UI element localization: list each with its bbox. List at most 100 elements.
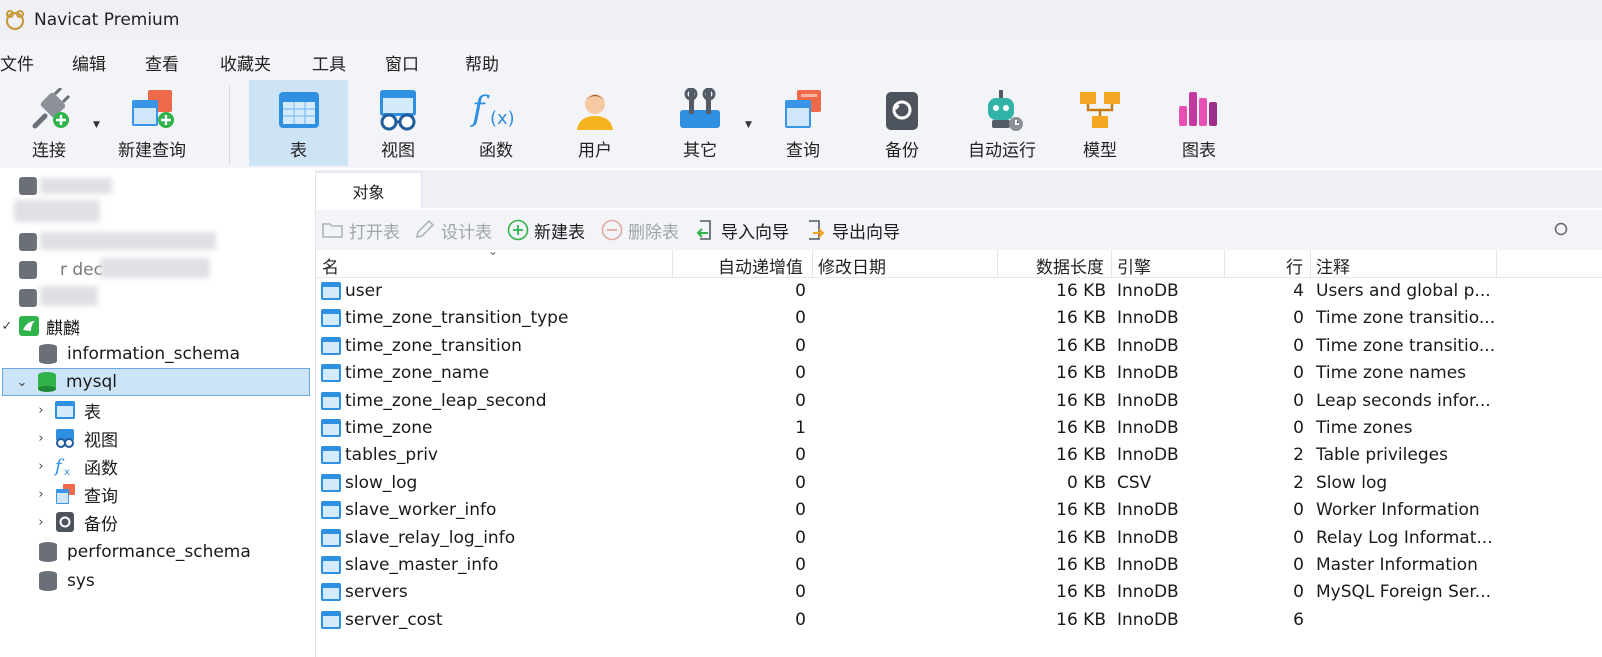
table-row[interactable]: time_zone_transition 0 16 KB InnoDB 0 Time zo…: [316, 333, 1602, 361]
connect-dropdown-icon[interactable]: ▼: [93, 120, 100, 130]
other-button[interactable]: 其它: [662, 80, 738, 166]
query-icon: [56, 484, 75, 504]
cell-engine: InnoDB: [1117, 527, 1179, 548]
tree-item-database[interactable]: information_schema: [0, 340, 316, 368]
table-row[interactable]: time_zone_name 0 16 KB InnoDB 0 Time zone nam…: [316, 360, 1602, 388]
other-dropdown-icon[interactable]: ▼: [745, 120, 752, 130]
table-button[interactable]: 表: [249, 80, 348, 166]
column-divider[interactable]: [997, 250, 998, 278]
objects-grid[interactable]: 名 ⌄ 自动递增值 修改日期 数据长度 引擎 行 注释 user 0 16 KB In…: [316, 244, 1602, 657]
cell-name: time_zone_transition: [345, 335, 522, 356]
chevron-down-icon[interactable]: ⌄: [15, 375, 29, 390]
table-row[interactable]: time_zone_transition_type 0 16 KB InnoDB 0 Ti…: [316, 305, 1602, 333]
column-divider[interactable]: [1496, 250, 1497, 278]
tree-item-tables[interactable]: › 表: [0, 396, 316, 424]
tree-item-functions[interactable]: › f x 函数: [0, 452, 316, 480]
chevron-right-icon[interactable]: ›: [34, 431, 48, 446]
cell-data-length: 16 KB: [1056, 445, 1106, 466]
column-header-data-length[interactable]: 数据长度: [1036, 253, 1104, 278]
column-divider[interactable]: [1310, 250, 1311, 278]
connection-icon: [19, 261, 37, 279]
table-row[interactable]: time_zone 1 16 KB InnoDB 0 Time zones: [316, 415, 1602, 443]
cell-auto-increment: 0: [795, 390, 806, 411]
tree-item-backups[interactable]: › 备份: [0, 508, 316, 536]
column-header-rows[interactable]: 行: [1286, 253, 1303, 278]
function-label: 函数: [479, 141, 513, 161]
cell-comment: Time zone names: [1316, 363, 1467, 384]
tree-item-connection[interactable]: ✓ 麒麟: [0, 312, 316, 340]
cell-data-length: 0 KB: [1066, 472, 1106, 493]
table-icon: [321, 309, 341, 328]
query-button[interactable]: 查询: [765, 80, 841, 166]
backup-icon: [56, 512, 74, 532]
connect-button[interactable]: 连接: [10, 80, 88, 166]
table-row[interactable]: tables_priv 0 16 KB InnoDB 2 Table privileges: [316, 442, 1602, 470]
new-query-button[interactable]: 新建查询: [112, 80, 192, 166]
sort-chevron-icon[interactable]: ⌄: [488, 244, 498, 258]
design-table-label: 设计表: [441, 222, 492, 243]
menu-help[interactable]: 帮助: [465, 50, 499, 75]
function-button[interactable]: f (x) 函数: [458, 80, 534, 166]
column-divider[interactable]: [1224, 250, 1225, 278]
tree-item-label: 视图: [84, 430, 118, 451]
column-header-modified[interactable]: 修改日期: [818, 253, 886, 278]
chevron-right-icon[interactable]: ›: [34, 459, 48, 474]
column-header-name[interactable]: 名: [322, 253, 339, 278]
table-icon: [321, 501, 341, 520]
export-wizard-button[interactable]: 导出向导: [805, 218, 900, 243]
new-table-button[interactable]: 新建表: [507, 218, 585, 243]
cell-auto-increment: 0: [795, 582, 806, 603]
user-button[interactable]: 用户: [557, 80, 633, 166]
backup-button[interactable]: 备份: [864, 80, 940, 166]
title-bar: Navicat Premium: [0, 0, 1602, 40]
tree-item-database[interactable]: performance_schema: [0, 538, 316, 566]
chevron-right-icon[interactable]: ›: [34, 403, 48, 418]
column-header-auto-increment[interactable]: 自动递增值: [718, 253, 803, 278]
model-button[interactable]: 模型: [1062, 80, 1138, 166]
obscured-label: [40, 232, 216, 250]
import-wizard-button[interactable]: 导入向导: [694, 218, 789, 243]
table-row[interactable]: slow_log 0 0 KB CSV 2 Slow log: [316, 470, 1602, 498]
menu-favorites[interactable]: 收藏夹: [220, 50, 271, 75]
menu-window[interactable]: 窗口: [385, 50, 419, 75]
menu-view[interactable]: 查看: [145, 50, 179, 75]
table-row[interactable]: servers 0 16 KB InnoDB 0 MySQL Foreign Ser...: [316, 579, 1602, 607]
tree-item-database[interactable]: sys: [0, 567, 316, 595]
design-table-button[interactable]: 设计表: [414, 218, 492, 243]
menu-edit[interactable]: 编辑: [72, 50, 106, 75]
table-row[interactable]: server_cost 0 16 KB InnoDB 6: [316, 607, 1602, 635]
table-row[interactable]: slave_worker_info 0 16 KB InnoDB 0 Worker Inf…: [316, 497, 1602, 525]
cell-rows: 0: [1293, 363, 1304, 384]
new-table-label: 新建表: [534, 222, 585, 243]
table-icon: [321, 336, 341, 355]
table-row[interactable]: user 0 16 KB InnoDB 4 Users and global p...: [316, 278, 1602, 306]
tab-objects[interactable]: 对象: [316, 172, 422, 208]
column-divider[interactable]: [672, 250, 673, 278]
export-wizard-label: 导出向导: [832, 222, 900, 243]
chevron-down-icon[interactable]: ✓: [0, 319, 14, 334]
search-icon[interactable]: [1554, 222, 1570, 238]
cell-comment: Time zone transitio...: [1316, 308, 1496, 329]
column-divider[interactable]: [1111, 250, 1112, 278]
chevron-right-icon[interactable]: ›: [34, 487, 48, 502]
view-button[interactable]: 视图: [360, 80, 436, 166]
table-row[interactable]: time_zone_leap_second 0 16 KB InnoDB 0 Leap s…: [316, 388, 1602, 416]
delete-table-button[interactable]: 删除表: [601, 218, 679, 243]
automation-button[interactable]: 自动运行: [960, 80, 1044, 166]
column-header-comment[interactable]: 注释: [1316, 253, 1350, 278]
chart-button[interactable]: 图表: [1161, 80, 1237, 166]
cell-data-length: 16 KB: [1056, 527, 1106, 548]
menu-file[interactable]: 文件: [0, 50, 34, 75]
cell-comment: MySQL Foreign Ser...: [1316, 582, 1492, 603]
menu-tools[interactable]: 工具: [312, 50, 346, 75]
column-divider[interactable]: [812, 250, 813, 278]
tree-item-queries[interactable]: › 查询: [0, 480, 316, 508]
column-header-engine[interactable]: 引擎: [1117, 253, 1151, 278]
tree-item-database-selected[interactable]: ⌄ mysql: [2, 368, 310, 396]
chevron-right-icon[interactable]: ›: [34, 515, 48, 530]
table-row[interactable]: slave_relay_log_info 0 16 KB InnoDB 0 Relay L…: [316, 525, 1602, 553]
open-table-button[interactable]: 打开表: [322, 218, 400, 243]
connection-tree[interactable]: r dec ✓ 麒麟 information_schema ⌄ mysql ›: [0, 170, 316, 657]
table-row[interactable]: slave_master_info 0 16 KB InnoDB 0 Master Inf…: [316, 552, 1602, 580]
tree-item-views[interactable]: › 视图: [0, 424, 316, 452]
